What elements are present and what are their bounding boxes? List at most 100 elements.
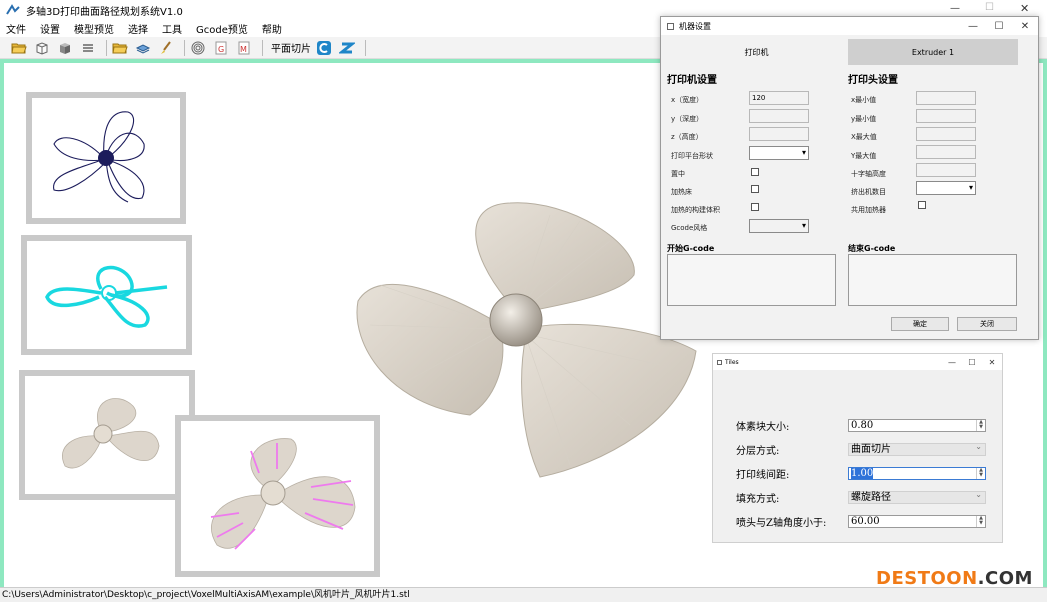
open-folder-icon[interactable] xyxy=(10,40,28,56)
center-checkbox[interactable] xyxy=(751,168,759,176)
menu-tools[interactable]: 工具 xyxy=(162,21,182,36)
platform-shape-select[interactable] xyxy=(749,146,809,160)
x-max-input[interactable] xyxy=(916,127,976,141)
dialog-title-bar: 机器设置 — ☐ ✕ xyxy=(661,17,1038,35)
voxel-size-value: 0.80 xyxy=(851,420,874,431)
dialog-app-icon xyxy=(667,22,674,30)
menu-gcode-preview[interactable]: Gcode预览 xyxy=(196,21,248,36)
start-gcode-textarea[interactable] xyxy=(667,254,836,306)
dialog-title: 机器设置 xyxy=(679,21,711,31)
fan-path-image xyxy=(45,265,168,328)
planar-slice-button[interactable]: 平面切片 xyxy=(271,40,311,55)
close-button[interactable]: 关闭 xyxy=(957,317,1017,331)
dialog-tabs: 打印机 Extruder 1 xyxy=(665,39,1036,65)
main-minimize-icon[interactable]: — xyxy=(950,3,960,14)
end-gcode-label: 结束G-code xyxy=(848,244,896,253)
s-logo-icon[interactable] xyxy=(338,40,356,56)
menu-file[interactable]: 文件 xyxy=(6,21,26,36)
y-max-label: Y最大值 xyxy=(851,152,877,160)
x-width-input[interactable]: 120 xyxy=(749,91,809,105)
fan-slice-image xyxy=(210,438,356,550)
menu-help[interactable]: 帮助 xyxy=(262,21,282,36)
tab-extruder-1[interactable]: Extruder 1 xyxy=(848,39,1018,65)
window-title: 多轴3D打印曲面路径规划系统V1.0 xyxy=(26,6,183,18)
y-min-label: y最小值 xyxy=(851,115,877,123)
thumbnail-shaded xyxy=(19,370,195,500)
gcode-flavor-label: Gcode风格 xyxy=(671,224,708,232)
gantry-height-label: 十字轴高度 xyxy=(851,170,886,178)
y-min-input[interactable] xyxy=(916,109,976,123)
menu-select[interactable]: 选择 xyxy=(128,21,148,36)
watermark: DESTOON.COM xyxy=(876,568,1033,589)
toolbar-separator xyxy=(365,39,366,56)
y-depth-input[interactable] xyxy=(749,109,809,123)
head-settings-heading: 打印头设置 xyxy=(848,75,898,86)
platform-shape-label: 打印平台形状 xyxy=(671,152,713,160)
status-bar: C:\Users\Administrator\Desktop\c_project… xyxy=(0,587,1047,602)
voxel-size-input[interactable]: 0.80 ▲ ▼ xyxy=(848,419,986,432)
heated-bed-label: 加热床 xyxy=(671,188,692,196)
spin-arrows-icon[interactable]: ▲ ▼ xyxy=(976,516,985,527)
spin-arrows-icon[interactable]: ▲ ▼ xyxy=(976,468,985,479)
shared-heater-checkbox[interactable] xyxy=(918,201,926,209)
layering-mode-select[interactable]: 曲面切片 xyxy=(848,441,986,456)
spin-arrows-icon[interactable]: ▲ ▼ xyxy=(976,420,985,431)
fill-mode-label: 填充方式: xyxy=(736,494,780,505)
maximize-icon[interactable]: ☐ xyxy=(986,17,1012,35)
toolbar-separator xyxy=(106,39,107,56)
line-spacing-value: 1.00 xyxy=(851,468,874,479)
layer-stack-icon[interactable] xyxy=(134,40,152,56)
y-depth-label: y（深度） xyxy=(671,115,704,123)
minimize-icon[interactable]: — xyxy=(942,354,962,370)
x-min-label: x最小值 xyxy=(851,96,877,104)
tab-printer[interactable]: 打印机 xyxy=(665,39,848,65)
menu-settings[interactable]: 设置 xyxy=(40,21,60,36)
cube-solid-icon[interactable] xyxy=(56,40,74,56)
shared-heater-label: 共用加热器 xyxy=(851,206,886,214)
heated-chamber-checkbox[interactable] xyxy=(751,203,759,211)
extruder-count-select[interactable] xyxy=(916,181,976,195)
end-gcode-textarea[interactable] xyxy=(848,254,1017,306)
z-height-input[interactable] xyxy=(749,127,809,141)
z-height-label: z（高度） xyxy=(671,133,703,141)
close-icon[interactable]: ✕ xyxy=(1012,17,1038,35)
gcode-g-icon[interactable]: G xyxy=(212,40,230,56)
thumbnail-wireframe xyxy=(26,92,186,224)
minimize-icon[interactable]: — xyxy=(960,17,986,35)
cube-wireframe-icon[interactable] xyxy=(33,40,51,56)
menu-model-preview[interactable]: 模型预览 xyxy=(74,21,114,36)
y-max-input[interactable] xyxy=(916,145,976,159)
gantry-height-input[interactable] xyxy=(916,163,976,177)
main-close-icon[interactable]: ✕ xyxy=(1020,2,1029,15)
extruder-count-label: 挤出机数目 xyxy=(851,188,886,196)
nozzle-angle-input[interactable]: 60.00 ▲ ▼ xyxy=(848,515,986,528)
open-folder-icon[interactable] xyxy=(111,40,129,56)
params-title: Tiles xyxy=(725,358,739,366)
heated-bed-checkbox[interactable] xyxy=(751,185,759,193)
gcode-flavor-select[interactable] xyxy=(749,219,809,233)
spiral-icon[interactable] xyxy=(189,40,207,56)
c-logo-icon[interactable] xyxy=(315,40,333,56)
x-min-input[interactable] xyxy=(916,91,976,105)
file-path-label: C:\Users\Administrator\Desktop\c_project… xyxy=(2,590,410,600)
fill-mode-select[interactable]: 螺旋路径 xyxy=(848,489,986,504)
line-spacing-input[interactable]: 1.00 ▲ ▼ xyxy=(848,467,986,480)
fan-shaded-small-image xyxy=(62,398,160,469)
line-spacing-label: 打印线间距: xyxy=(736,470,790,481)
brush-icon[interactable] xyxy=(157,40,175,56)
gcode-m-icon[interactable]: M xyxy=(235,40,253,56)
fan-model-render xyxy=(356,202,697,478)
watermark-brand: DESTOON xyxy=(876,568,978,589)
main-maximize-icon[interactable]: ☐ xyxy=(985,2,994,13)
machine-settings-dialog: 机器设置 — ☐ ✕ 打印机 Extruder 1 打印机设置 打印头设置 x（… xyxy=(660,16,1039,340)
maximize-icon[interactable]: ☐ xyxy=(962,354,982,370)
layers-icon[interactable] xyxy=(79,40,97,56)
svg-text:G: G xyxy=(218,45,224,54)
dialog-body: 打印机设置 打印头设置 x（宽度） 120 y（深度） z（高度） 打印平台形状… xyxy=(661,65,1038,341)
ok-button[interactable]: 确定 xyxy=(891,317,949,331)
voxel-size-label: 体素块大小: xyxy=(736,422,790,433)
params-title-bar: Tiles — ☐ ✕ xyxy=(713,354,1002,370)
watermark-suffix: .COM xyxy=(977,568,1033,589)
close-icon[interactable]: ✕ xyxy=(982,354,1002,370)
toolbar-separator xyxy=(184,39,185,56)
